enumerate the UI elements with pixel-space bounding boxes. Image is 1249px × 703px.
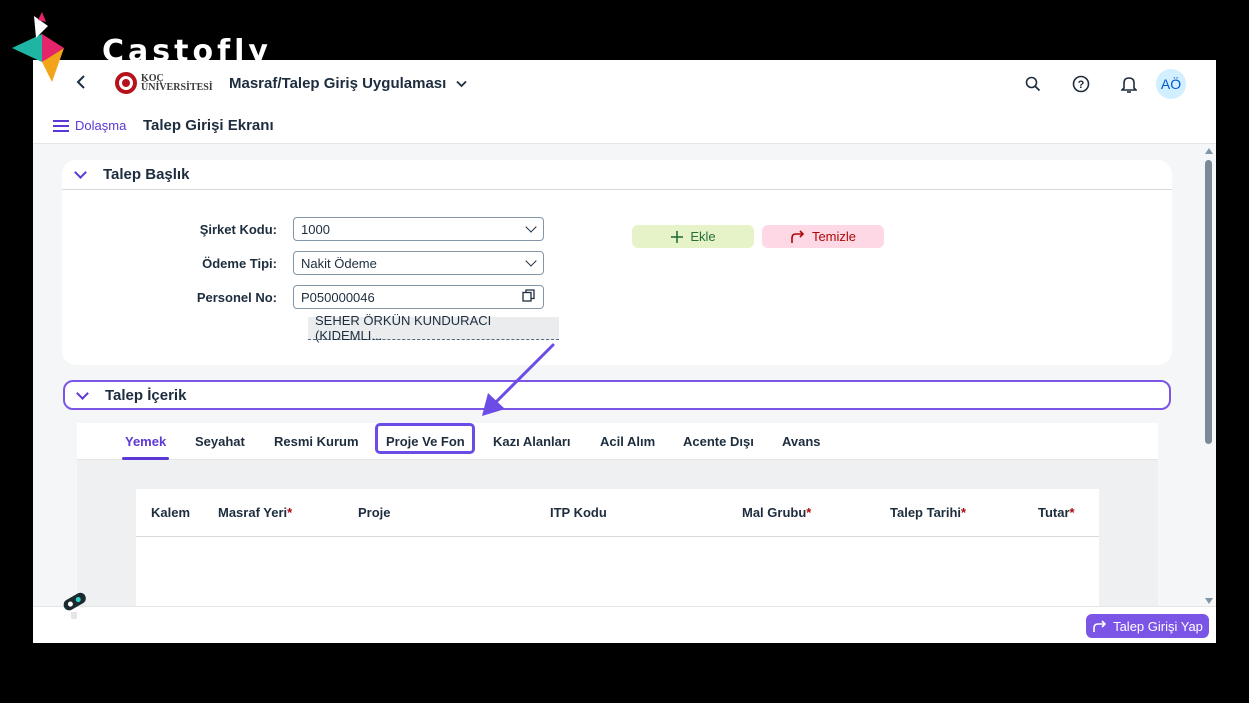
pill-icon — [61, 590, 89, 625]
tab-acente-disi[interactable]: Acente Dışı — [683, 423, 754, 460]
items-table: Kalem Masraf Yeri* Proje ITP Kodu Mal Gr… — [136, 489, 1099, 619]
submit-request-button[interactable]: Talep Girişi Yap — [1086, 614, 1209, 638]
tab-highlight-box — [375, 423, 475, 454]
scroll-up-icon[interactable] — [1205, 148, 1213, 154]
required-marker: * — [806, 505, 812, 520]
help-icon[interactable]: ? — [1071, 74, 1091, 94]
request-header-title: Talep Başlık — [103, 166, 190, 183]
clear-button-label: Temizle — [811, 229, 857, 244]
personnel-name-field: SEHER ÖRKÜN KUNDURACI (KIDEMLI... — [308, 313, 559, 343]
redo-icon — [791, 229, 805, 243]
clear-button[interactable]: Temizle — [762, 225, 884, 248]
personnel-row: Personel No: P050000046 — [62, 285, 544, 309]
tab-seyahat[interactable]: Seyahat — [195, 423, 245, 460]
request-content-toggle[interactable]: Talep İçerik — [63, 380, 1171, 410]
logo-line-2: ÜNİVERSİTESİ — [141, 82, 213, 93]
request-header-panel: Talep Başlık Şirket Kodu: 1000 Ödeme Tip… — [62, 160, 1172, 365]
castofly-watermark: Castofly — [12, 12, 292, 84]
search-icon[interactable] — [1023, 74, 1043, 94]
column-header-itp-kodu: ITP Kodu — [550, 505, 607, 520]
personnel-input[interactable]: P050000046 — [293, 285, 544, 309]
chevron-down-icon — [525, 221, 537, 233]
required-marker: * — [287, 505, 293, 520]
page-title: Talep Girişi Ekranı — [143, 117, 274, 134]
chevron-down-icon — [456, 77, 468, 91]
column-header-masraf-yeri: Masraf Yeri* — [218, 505, 293, 520]
chevron-down-icon — [76, 386, 89, 400]
navigation-label: Dolaşma — [75, 118, 127, 133]
column-header-talep-tarihi: Talep Tarihi* — [890, 505, 967, 520]
screen: Castofly KOÇ ÜNİVERSİTESİ Masraf/Talep G… — [0, 0, 1249, 703]
add-button[interactable]: Ekle — [632, 225, 754, 248]
footer-bar: Talep Girişi Yap — [33, 606, 1216, 643]
bell-icon[interactable] — [1119, 74, 1139, 94]
column-header-tutar: Tutar* — [1038, 505, 1075, 520]
castofly-logo-icon — [12, 12, 64, 82]
column-header-kalem: Kalem — [151, 505, 191, 520]
add-button-label: Ekle — [690, 229, 716, 244]
company-code-value: 1000 — [301, 221, 330, 237]
personnel-label: Personel No: — [196, 289, 277, 305]
company-code-select[interactable]: 1000 — [293, 217, 544, 241]
app-window: KOÇ ÜNİVERSİTESİ Masraf/Talep Giriş Uygu… — [33, 60, 1216, 643]
company-code-row: Şirket Kodu: 1000 — [62, 217, 544, 241]
value-help-icon[interactable] — [522, 289, 535, 305]
svg-text:?: ? — [1078, 79, 1085, 91]
payment-type-value: Nakit Ödeme — [301, 255, 377, 271]
request-header-toggle[interactable]: Talep Başlık — [62, 160, 1172, 190]
sub-header: Dolaşma Talep Girişi Ekranı — [33, 108, 1216, 144]
share-arrow-icon — [1093, 620, 1107, 632]
castofly-wordmark: Castofly — [102, 34, 272, 69]
chevron-down-icon — [74, 166, 87, 179]
scroll-down-icon[interactable] — [1205, 598, 1213, 604]
tab-resmi-kurum[interactable]: Resmi Kurum — [274, 423, 359, 460]
tab-bar: Yemek Seyahat Resmi Kurum Proje Ve Fon K… — [77, 423, 1158, 460]
vertical-scrollbar[interactable] — [1202, 146, 1216, 606]
column-header-proje: Proje — [358, 505, 391, 520]
tab-kazi-alanlari[interactable]: Kazı Alanları — [493, 423, 571, 460]
tab-yemek[interactable]: Yemek — [121, 423, 170, 460]
payment-type-label: Ödeme Tipi: — [202, 255, 277, 271]
required-marker: * — [961, 505, 967, 520]
menu-icon — [53, 119, 69, 132]
company-code-label: Şirket Kodu: — [199, 221, 277, 237]
chevron-down-icon — [525, 255, 537, 267]
plus-icon — [671, 230, 684, 243]
tab-acil-alim[interactable]: Acil Alım — [600, 423, 655, 460]
request-content-title: Talep İçerik — [105, 386, 187, 404]
scrollbar-thumb[interactable] — [1205, 160, 1212, 444]
table-header: Kalem Masraf Yeri* Proje ITP Kodu Mal Gr… — [136, 489, 1099, 537]
navigation-button[interactable]: Dolaşma — [53, 118, 126, 133]
column-header-mal-grubu: Mal Grubu* — [742, 505, 812, 520]
personnel-value: P050000046 — [301, 289, 375, 305]
payment-type-row: Ödeme Tipi: Nakit Ödeme — [62, 251, 544, 275]
required-marker: * — [1069, 505, 1075, 520]
submit-request-label: Talep Girişi Yap — [1113, 618, 1203, 634]
payment-type-select[interactable]: Nakit Ödeme — [293, 251, 544, 275]
tab-avans[interactable]: Avans — [782, 423, 821, 460]
user-avatar[interactable]: AÖ — [1156, 69, 1186, 99]
